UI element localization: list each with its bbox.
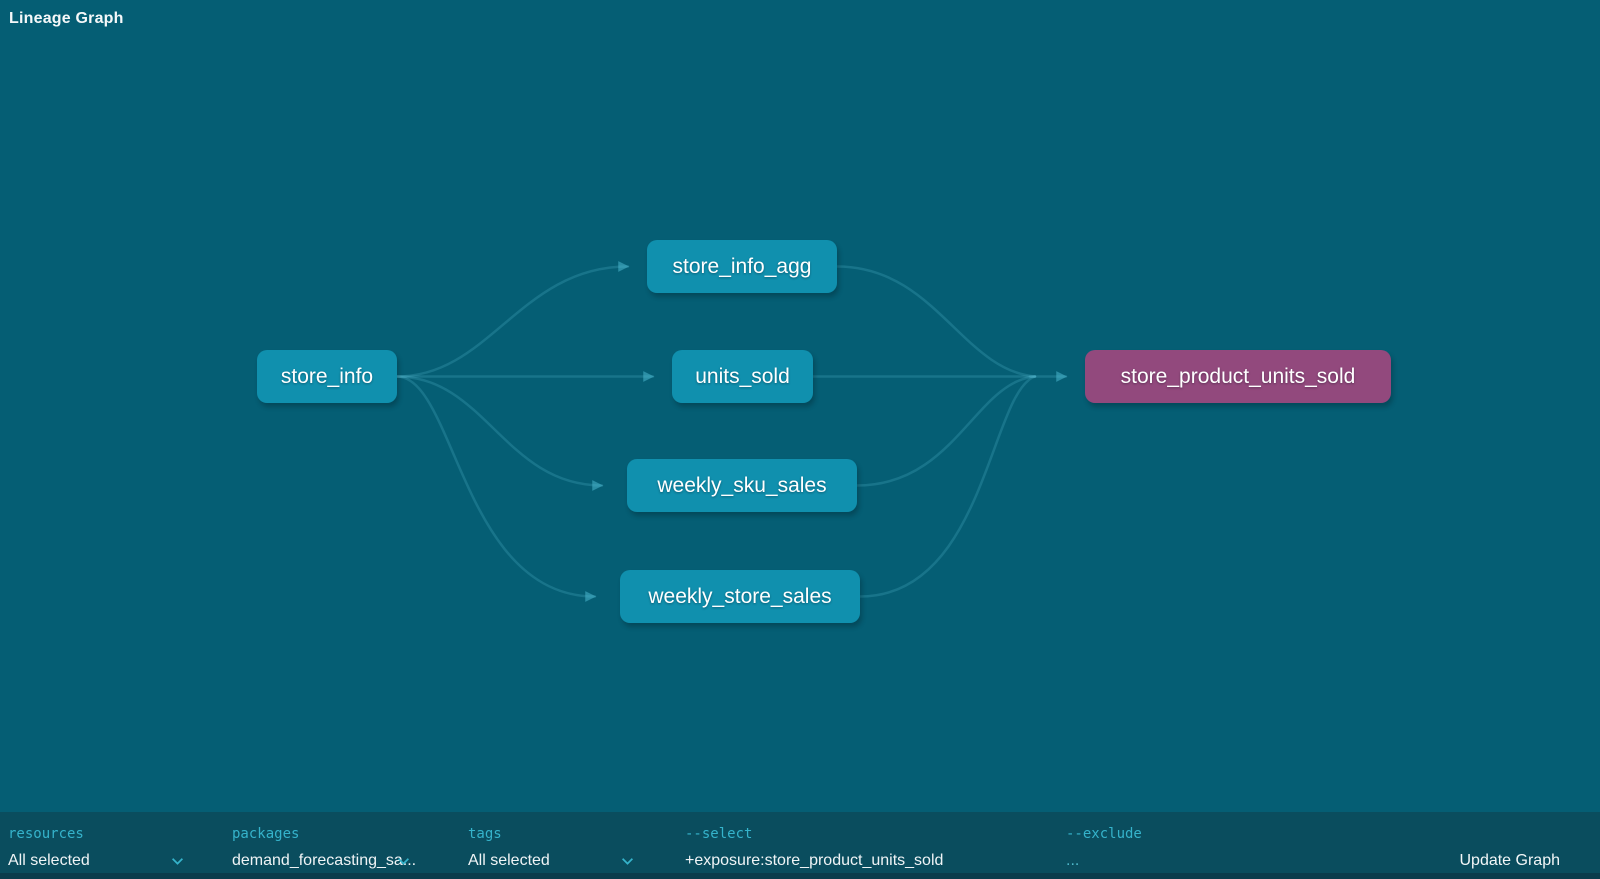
chevron-down-icon[interactable] [171,857,184,866]
packages-filter: packages demand_forecasting_sa... [232,812,416,873]
chevron-down-icon[interactable] [397,857,410,866]
edge-store_info-store_info_agg [397,267,628,377]
toolbar-bottom-strip [0,873,1600,879]
graph-filter-toolbar: resources All selected packages demand_f… [0,812,1600,879]
edge-weekly_sku_sales-store_product_units_sold [857,377,1035,486]
packages-filter-value[interactable]: demand_forecasting_sa... [232,852,416,870]
tags-filter: tags All selected [468,812,634,873]
node-label: store_info [281,365,373,389]
tags-filter-label: tags [468,826,502,842]
chevron-down-icon[interactable] [621,857,634,866]
exclude-filter-label: --exclude [1066,826,1142,842]
graph-node-weekly_sku_sales[interactable]: weekly_sku_sales [627,459,857,512]
graph-node-units_sold[interactable]: units_sold [672,350,813,403]
node-label: weekly_store_sales [648,585,831,609]
node-label: store_product_units_sold [1121,365,1356,389]
graph-node-store_info_agg[interactable]: store_info_agg [647,240,837,293]
tags-filter-value[interactable]: All selected [468,852,550,870]
resources-filter: resources All selected [8,812,184,873]
graph-node-weekly_store_sales[interactable]: weekly_store_sales [620,570,860,623]
select-filter-value[interactable]: +exposure:store_product_units_sold [685,852,943,870]
select-filter-label: --select [685,826,752,842]
resources-filter-value[interactable]: All selected [8,852,90,870]
lineage-edges [0,0,1600,879]
edge-store_info-weekly_sku_sales [397,377,602,486]
packages-filter-label: packages [232,826,299,842]
edge-store_info_agg-store_product_units_sold [837,267,1035,377]
exclude-filter-value[interactable]: ... [1066,852,1079,870]
update-graph-button[interactable]: Update Graph [1459,852,1560,870]
exclude-filter: --exclude ... [1066,812,1286,873]
resources-filter-label: resources [8,826,84,842]
select-filter: --select +exposure:store_product_units_s… [685,812,1025,873]
edge-weekly_store_sales-store_product_units_sold [860,377,1035,597]
node-label: store_info_agg [673,255,812,279]
graph-node-store_info[interactable]: store_info [257,350,397,403]
graph-node-store_product_units_sold[interactable]: store_product_units_sold [1085,350,1391,403]
node-label: units_sold [695,365,790,389]
lineage-canvas: Lineage Graph store_info store_info_agg … [0,0,1600,879]
node-label: weekly_sku_sales [657,474,826,498]
edge-store_info-weekly_store_sales [397,377,595,597]
